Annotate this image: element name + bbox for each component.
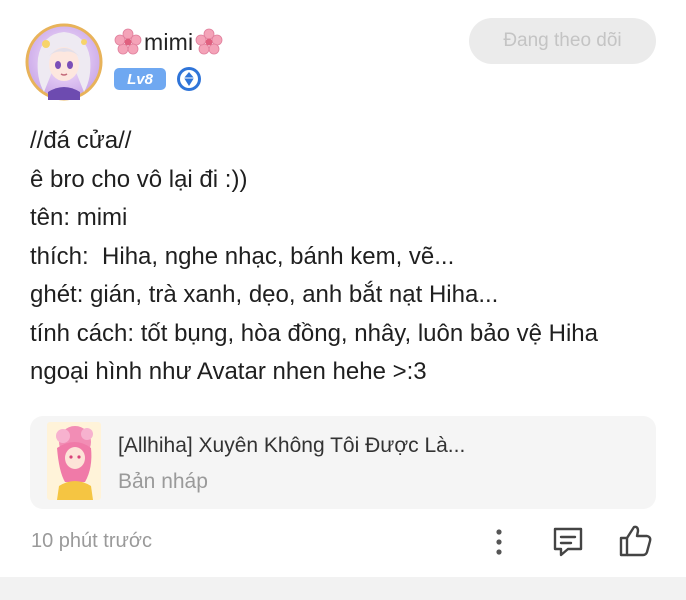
- diamond-verified-icon: [176, 66, 202, 92]
- section-divider: [0, 577, 686, 600]
- story-title[interactable]: [Allhiha] Xuyên Không Tôi Được Là...: [118, 434, 465, 458]
- post-line: thích: Hiha, nghe nhạc, bánh kem, vẽ...: [30, 242, 455, 270]
- post-line: tính cách: tốt bụng, hòa đồng, nhây, luô…: [30, 319, 598, 347]
- story-attachment-card[interactable]: [30, 416, 656, 509]
- like-icon[interactable]: [616, 522, 654, 560]
- post-line: //đá cửa//: [30, 127, 132, 154]
- cherry-blossom-icon: [195, 28, 223, 55]
- following-button[interactable]: Đang theo dõi: [469, 18, 656, 64]
- cherry-blossom-icon: [114, 28, 142, 55]
- author-avatar[interactable]: [24, 22, 104, 102]
- more-vertical-icon[interactable]: [488, 526, 510, 558]
- post-content: //đá cửa// ê bro cho vô lại đi :)) tên: …: [30, 122, 670, 392]
- draft-status-label: Bản nháp: [118, 470, 208, 493]
- post-line: ê bro cho vô lại đi :)): [30, 165, 248, 193]
- book-cover-thumbnail: [47, 422, 101, 500]
- author-name-row[interactable]: mimi: [114, 26, 223, 58]
- post-line: tên: mimi: [30, 204, 128, 231]
- level-badge: Lv8: [114, 68, 166, 90]
- comment-icon[interactable]: [550, 524, 586, 560]
- post-line: ngoại hình như Avatar nhen hehe >:3: [30, 358, 427, 385]
- author-name: mimi: [144, 28, 194, 55]
- post-line: ghét: gián, trà xanh, dẹo, anh bắt nạt H…: [30, 281, 499, 308]
- post-timestamp: 10 phút trước: [31, 530, 153, 552]
